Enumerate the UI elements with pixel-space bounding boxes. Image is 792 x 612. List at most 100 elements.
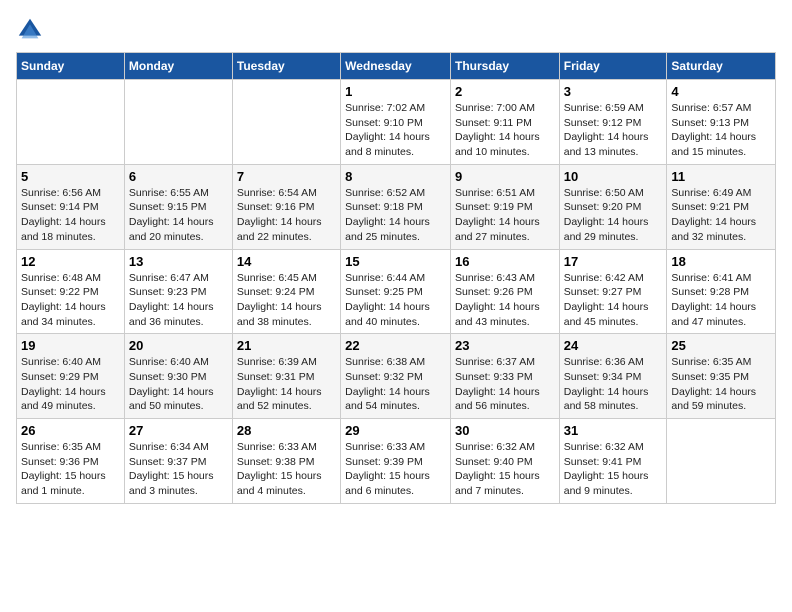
calendar-cell: 28Sunrise: 6:33 AM Sunset: 9:38 PM Dayli… — [232, 419, 340, 504]
calendar-day-header: Wednesday — [341, 53, 451, 80]
calendar-cell — [232, 80, 340, 165]
day-info: Sunrise: 6:32 AM Sunset: 9:40 PM Dayligh… — [455, 440, 555, 499]
calendar-cell: 29Sunrise: 6:33 AM Sunset: 9:39 PM Dayli… — [341, 419, 451, 504]
calendar-cell: 31 Sunrise: 6:32 AM Sunset: 9:41 PM Dayli… — [559, 419, 667, 504]
logo-icon — [16, 16, 44, 44]
day-number: 27 — [129, 423, 228, 438]
day-number: 3 — [564, 84, 663, 99]
calendar-week-row: 5Sunrise: 6:56 AM Sunset: 9:14 PM Daylig… — [17, 164, 776, 249]
calendar-cell: 21 Sunrise: 6:39 AM Sunset: 9:31 PM Dayli… — [232, 334, 340, 419]
calendar-cell: 30 Sunrise: 6:32 AM Sunset: 9:40 PM Dayli… — [450, 419, 559, 504]
day-number: 21 — [237, 338, 336, 353]
calendar-cell: 24 Sunrise: 6:36 AM Sunset: 9:34 PM Dayli… — [559, 334, 667, 419]
day-number: 11 — [671, 169, 771, 184]
day-info: Sunrise: 7:00 AM Sunset: 9:11 PM Dayligh… — [455, 101, 555, 160]
day-number: 10 — [564, 169, 663, 184]
day-info: Sunrise: 6:43 AM Sunset: 9:26 PM Dayligh… — [455, 271, 555, 330]
calendar-day-header: Saturday — [667, 53, 776, 80]
day-number: 22 — [345, 338, 446, 353]
calendar-week-row: 1 Sunrise: 7:02 AM Sunset: 9:10 PM Daylig… — [17, 80, 776, 165]
calendar-cell: 26 Sunrise: 6:35 AM Sunset: 9:36 PM Dayli… — [17, 419, 125, 504]
calendar-day-header: Monday — [124, 53, 232, 80]
calendar-cell: 22 Sunrise: 6:38 AM Sunset: 9:32 PM Dayli… — [341, 334, 451, 419]
day-number: 14 — [237, 254, 336, 269]
calendar-cell: 14 Sunrise: 6:45 AM Sunset: 9:24 PM Dayli… — [232, 249, 340, 334]
day-number: 18 — [671, 254, 771, 269]
day-info: Sunrise: 6:32 AM Sunset: 9:41 PM Dayligh… — [564, 440, 663, 499]
day-info: Sunrise: 6:34 AM Sunset: 9:37 PM Dayligh… — [129, 440, 228, 499]
day-info: Sunrise: 6:48 AM Sunset: 9:22 PM Dayligh… — [21, 271, 120, 330]
day-info: Sunrise: 6:38 AM Sunset: 9:32 PM Dayligh… — [345, 355, 446, 414]
calendar-cell — [667, 419, 776, 504]
calendar-cell: 16 Sunrise: 6:43 AM Sunset: 9:26 PM Dayli… — [450, 249, 559, 334]
calendar-cell: 23 Sunrise: 6:37 AM Sunset: 9:33 PM Dayli… — [450, 334, 559, 419]
calendar-cell: 9 Sunrise: 6:51 AM Sunset: 9:19 PM Daylig… — [450, 164, 559, 249]
calendar-cell: 19Sunrise: 6:40 AM Sunset: 9:29 PM Dayli… — [17, 334, 125, 419]
calendar-day-header: Thursday — [450, 53, 559, 80]
calendar-cell: 8Sunrise: 6:52 AM Sunset: 9:18 PM Daylig… — [341, 164, 451, 249]
calendar-cell: 1 Sunrise: 7:02 AM Sunset: 9:10 PM Daylig… — [341, 80, 451, 165]
day-info: Sunrise: 6:45 AM Sunset: 9:24 PM Dayligh… — [237, 271, 336, 330]
day-number: 19 — [21, 338, 120, 353]
day-info: Sunrise: 6:33 AM Sunset: 9:38 PM Dayligh… — [237, 440, 336, 499]
calendar-cell: 13Sunrise: 6:47 AM Sunset: 9:23 PM Dayli… — [124, 249, 232, 334]
calendar-week-row: 26 Sunrise: 6:35 AM Sunset: 9:36 PM Dayli… — [17, 419, 776, 504]
calendar-header-row: SundayMondayTuesdayWednesdayThursdayFrid… — [17, 53, 776, 80]
day-info: Sunrise: 6:35 AM Sunset: 9:35 PM Dayligh… — [671, 355, 771, 414]
day-info: Sunrise: 7:02 AM Sunset: 9:10 PM Dayligh… — [345, 101, 446, 160]
calendar-cell: 18 Sunrise: 6:41 AM Sunset: 9:28 PM Dayli… — [667, 249, 776, 334]
calendar-cell: 20 Sunrise: 6:40 AM Sunset: 9:30 PM Dayli… — [124, 334, 232, 419]
calendar-cell: 12 Sunrise: 6:48 AM Sunset: 9:22 PM Dayli… — [17, 249, 125, 334]
day-info: Sunrise: 6:44 AM Sunset: 9:25 PM Dayligh… — [345, 271, 446, 330]
calendar-day-header: Sunday — [17, 53, 125, 80]
calendar-week-row: 12 Sunrise: 6:48 AM Sunset: 9:22 PM Dayli… — [17, 249, 776, 334]
calendar-cell — [17, 80, 125, 165]
day-number: 20 — [129, 338, 228, 353]
calendar-cell: 6 Sunrise: 6:55 AM Sunset: 9:15 PM Daylig… — [124, 164, 232, 249]
day-number: 9 — [455, 169, 555, 184]
day-number: 25 — [671, 338, 771, 353]
calendar-cell: 15 Sunrise: 6:44 AM Sunset: 9:25 PM Dayli… — [341, 249, 451, 334]
calendar-cell: 25 Sunrise: 6:35 AM Sunset: 9:35 PM Dayli… — [667, 334, 776, 419]
calendar-week-row: 19Sunrise: 6:40 AM Sunset: 9:29 PM Dayli… — [17, 334, 776, 419]
day-number: 1 — [345, 84, 446, 99]
day-number: 17 — [564, 254, 663, 269]
day-number: 4 — [671, 84, 771, 99]
day-info: Sunrise: 6:57 AM Sunset: 9:13 PM Dayligh… — [671, 101, 771, 160]
day-number: 12 — [21, 254, 120, 269]
day-number: 7 — [237, 169, 336, 184]
day-info: Sunrise: 6:42 AM Sunset: 9:27 PM Dayligh… — [564, 271, 663, 330]
day-number: 8 — [345, 169, 446, 184]
day-info: Sunrise: 6:36 AM Sunset: 9:34 PM Dayligh… — [564, 355, 663, 414]
day-number: 24 — [564, 338, 663, 353]
day-number: 31 — [564, 423, 663, 438]
day-number: 6 — [129, 169, 228, 184]
day-info: Sunrise: 6:54 AM Sunset: 9:16 PM Dayligh… — [237, 186, 336, 245]
day-number: 23 — [455, 338, 555, 353]
day-number: 13 — [129, 254, 228, 269]
day-number: 30 — [455, 423, 555, 438]
day-info: Sunrise: 6:35 AM Sunset: 9:36 PM Dayligh… — [21, 440, 120, 499]
calendar-cell: 17 Sunrise: 6:42 AM Sunset: 9:27 PM Dayli… — [559, 249, 667, 334]
day-info: Sunrise: 6:49 AM Sunset: 9:21 PM Dayligh… — [671, 186, 771, 245]
calendar-day-header: Friday — [559, 53, 667, 80]
day-info: Sunrise: 6:41 AM Sunset: 9:28 PM Dayligh… — [671, 271, 771, 330]
day-number: 5 — [21, 169, 120, 184]
calendar-cell: 3 Sunrise: 6:59 AM Sunset: 9:12 PM Daylig… — [559, 80, 667, 165]
day-number: 15 — [345, 254, 446, 269]
day-info: Sunrise: 6:39 AM Sunset: 9:31 PM Dayligh… — [237, 355, 336, 414]
calendar-cell: 11 Sunrise: 6:49 AM Sunset: 9:21 PM Dayli… — [667, 164, 776, 249]
calendar-cell: 5Sunrise: 6:56 AM Sunset: 9:14 PM Daylig… — [17, 164, 125, 249]
day-info: Sunrise: 6:51 AM Sunset: 9:19 PM Dayligh… — [455, 186, 555, 245]
calendar-cell — [124, 80, 232, 165]
calendar-cell: 27 Sunrise: 6:34 AM Sunset: 9:37 PM Dayli… — [124, 419, 232, 504]
day-number: 26 — [21, 423, 120, 438]
calendar-cell: 7 Sunrise: 6:54 AM Sunset: 9:16 PM Daylig… — [232, 164, 340, 249]
day-info: Sunrise: 6:40 AM Sunset: 9:30 PM Dayligh… — [129, 355, 228, 414]
day-info: Sunrise: 6:55 AM Sunset: 9:15 PM Dayligh… — [129, 186, 228, 245]
day-number: 16 — [455, 254, 555, 269]
calendar-cell: 2 Sunrise: 7:00 AM Sunset: 9:11 PM Daylig… — [450, 80, 559, 165]
day-info: Sunrise: 6:37 AM Sunset: 9:33 PM Dayligh… — [455, 355, 555, 414]
day-number: 2 — [455, 84, 555, 99]
day-info: Sunrise: 6:59 AM Sunset: 9:12 PM Dayligh… — [564, 101, 663, 160]
